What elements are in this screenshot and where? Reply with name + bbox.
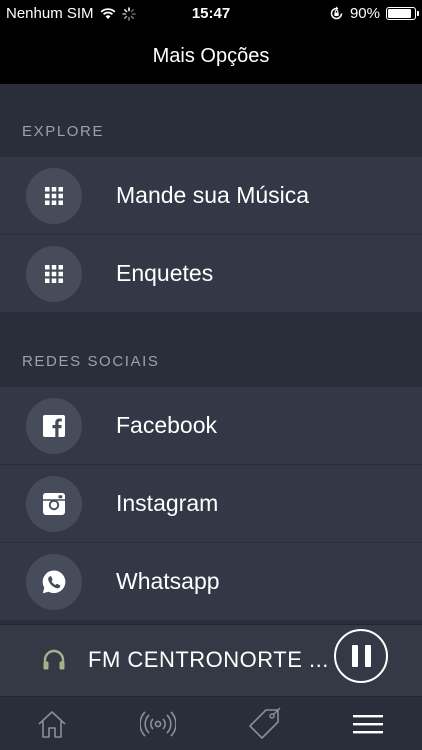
home-icon <box>38 711 66 738</box>
options-list: EXPLORE Mande sua Música Enquetes REDES … <box>0 84 422 624</box>
pause-bar <box>364 645 371 667</box>
battery-level <box>388 9 412 18</box>
tab-menu[interactable] <box>350 707 386 741</box>
headphones-icon <box>43 649 65 670</box>
grid-icon <box>26 245 82 302</box>
grid-icon <box>26 167 82 224</box>
station-name: FM CENTRONORTE ... <box>88 647 329 672</box>
menu-item-label: Whatsapp <box>116 568 220 594</box>
page-title: Mais Opções <box>152 44 270 67</box>
tab-tags[interactable] <box>246 707 282 741</box>
tag-icon <box>249 707 281 739</box>
menu-item-mande-sua-musica[interactable]: Mande sua Música <box>0 157 422 235</box>
menu-item-label: Mande sua Música <box>116 182 310 208</box>
battery-percent: 90% <box>349 5 380 22</box>
status-bar: Nenhum SIM 15:47 90% <box>0 0 422 28</box>
battery-icon <box>386 7 419 20</box>
instagram-icon <box>26 475 82 532</box>
pause-button[interactable] <box>334 629 388 683</box>
menu-item-label: Facebook <box>116 412 218 438</box>
radio-broadcast-icon <box>140 711 176 737</box>
menu-item-facebook[interactable]: Facebook <box>0 387 422 465</box>
tab-radio[interactable] <box>140 707 176 741</box>
tab-bar <box>0 696 422 750</box>
whatsapp-icon <box>26 553 82 610</box>
navigation-bar: Mais Opções <box>0 28 422 84</box>
menu-item-whatsapp[interactable]: Whatsapp <box>0 543 422 621</box>
section-header-explore: EXPLORE <box>22 123 105 140</box>
facebook-icon <box>26 397 82 454</box>
menu-item-label: Enquetes <box>116 260 214 286</box>
menu-item-label: Instagram <box>116 490 219 516</box>
menu-item-enquetes[interactable]: Enquetes <box>0 235 422 313</box>
mini-player[interactable]: FM CENTRONORTE ... <box>0 624 422 696</box>
pause-bar <box>351 645 358 667</box>
menu-icon <box>353 715 383 734</box>
menu-item-instagram[interactable]: Instagram <box>0 465 422 543</box>
tab-home[interactable] <box>34 707 70 741</box>
section-header-redes-sociais: REDES SOCIAIS <box>22 353 160 370</box>
orientation-lock-icon <box>330 6 343 20</box>
status-right: 90% <box>329 5 419 22</box>
